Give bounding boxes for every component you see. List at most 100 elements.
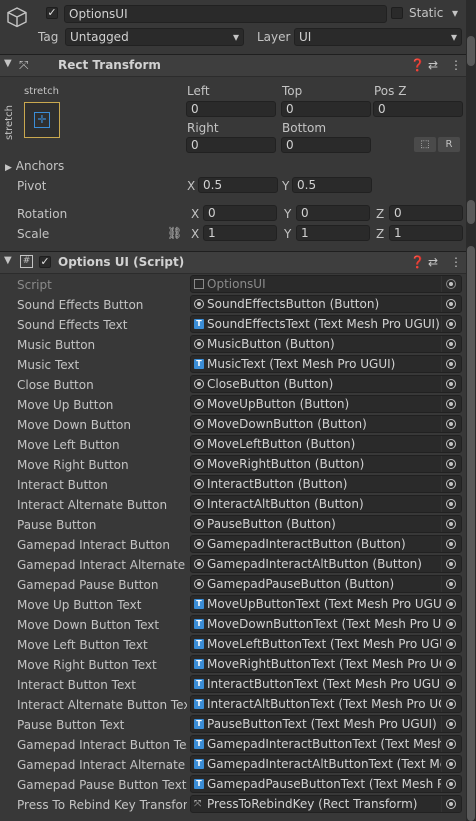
object-picker-icon[interactable] [441,636,461,652]
rect-transform-header[interactable]: ▼ ⤧ Rect Transform ❓ ⇄ ⋮ [0,54,466,77]
link-icon[interactable]: ⛓ [167,226,182,240]
object-reference-field[interactable]: GamepadInteractButton (Button) [190,535,462,553]
static-dropdown-arrow[interactable]: ▾ [452,6,458,20]
object-picker-icon[interactable] [441,356,461,372]
script-component-header[interactable]: ▼ # ✓ Options UI (Script) ❓ ⇄ ⋮ [0,251,466,274]
object-reference-field[interactable]: CloseButton (Button) [190,375,462,393]
object-reference-field[interactable]: GamepadPauseButton (Button) [190,575,462,593]
rotation-z-input[interactable]: 0 [389,205,463,221]
object-reference-field[interactable]: T InteractButtonText (Text Mesh Pro UGUI) [190,675,462,693]
scale-z-input[interactable]: 1 [389,225,463,241]
object-picker-icon[interactable] [441,716,461,732]
object-reference-field[interactable]: MoveLeftButton (Button) [190,435,462,453]
object-reference-field[interactable]: InteractAltButton (Button) [190,495,462,513]
object-reference-field[interactable]: T GamepadInteractAltButtonText (Text Mes [190,755,462,773]
object-reference-field[interactable]: T MoveDownButtonText (Text Mesh Pro UG [190,615,462,633]
script-enabled-checkbox[interactable]: ✓ [39,256,51,268]
pivot-x-input[interactable]: 0.5 [198,177,278,193]
more-icon[interactable]: ⋮ [450,255,462,269]
rotation-x-input[interactable]: 0 [203,205,277,221]
object-picker-icon[interactable] [441,616,461,632]
more-icon[interactable]: ⋮ [450,58,462,72]
object-reference-field[interactable]: SoundEffectsButton (Button) [190,295,462,313]
scrollbar[interactable] [466,0,476,821]
field-row: Move Up Button MoveUpButton (Button) [0,395,466,415]
active-checkbox[interactable]: ✓ [46,7,58,19]
object-picker-icon[interactable] [441,456,461,472]
object-reference-field[interactable]: T PauseButtonText (Text Mesh Pro UGUI) [190,715,462,733]
field-label: Press To Rebind Key Transfor [17,798,187,812]
object-reference-field[interactable]: ⤧ PressToRebindKey (Rect Transform) [190,795,462,813]
object-reference-field[interactable]: T SoundEffectsText (Text Mesh Pro UGUI) [190,315,462,333]
blueprint-mode-button[interactable]: ⬚ [414,137,436,152]
left-input[interactable]: 0 [186,101,276,117]
object-name-input[interactable]: OptionsUI [64,5,387,23]
object-picker-icon[interactable] [441,376,461,392]
right-input[interactable]: 0 [186,137,276,153]
object-picker-icon[interactable] [441,476,461,492]
object-reference-field[interactable]: MoveRightButton (Button) [190,455,462,473]
top-input[interactable]: 0 [281,101,371,117]
object-reference-field[interactable]: T InteractAltButtonText (Text Mesh Pro UG [190,695,462,713]
z-label: Z [376,207,385,221]
object-picker-icon[interactable] [441,796,461,812]
object-picker-icon[interactable] [441,516,461,532]
object-reference-field[interactable]: T GamepadInteractButtonText (Text Mesh P [190,735,462,753]
object-reference-field[interactable]: T MoveLeftButtonText (Text Mesh Pro UGU [190,635,462,653]
object-picker-icon[interactable] [441,536,461,552]
text-icon: T [194,599,204,609]
posz-input[interactable]: 0 [373,101,463,117]
preset-icon[interactable]: ⇄ [428,255,438,269]
object-picker-icon[interactable] [441,396,461,412]
object-picker-icon[interactable] [441,676,461,692]
help-icon[interactable]: ❓ [410,58,425,72]
object-reference-field[interactable]: PauseButton (Button) [190,515,462,533]
object-picker-icon[interactable] [441,576,461,592]
object-picker-icon[interactable] [441,776,461,792]
object-reference-field[interactable]: T GamepadPauseButtonText (Text Mesh Pro [190,775,462,793]
object-picker-icon[interactable] [441,336,461,352]
object-picker-icon[interactable] [441,736,461,752]
scale-y-input[interactable]: 1 [296,225,370,241]
rotation-y-input[interactable]: 0 [296,205,370,221]
object-reference-field[interactable]: MoveDownButton (Button) [190,415,462,433]
preset-icon[interactable]: ⇄ [428,58,438,72]
anchor-preset-button[interactable]: ✛ [24,102,60,138]
object-reference-field[interactable]: GamepadInteractAltButton (Button) [190,555,462,573]
scale-x-input[interactable]: 1 [203,225,277,241]
object-reference-field[interactable]: MoveUpButton (Button) [190,395,462,413]
button-icon [194,499,204,509]
tag-dropdown[interactable]: Untagged [65,28,244,46]
object-reference-field[interactable]: T MusicText (Text Mesh Pro UGUI) [190,355,462,373]
scrollbar-thumb[interactable] [467,200,475,224]
button-icon [194,379,204,389]
foldout-arrow-icon[interactable]: ▼ [4,255,12,266]
bottom-input[interactable]: 0 [281,137,371,153]
object-reference-field[interactable]: MusicButton (Button) [190,335,462,353]
field-label: Gamepad Interact Alternate B [17,758,187,772]
object-picker-icon[interactable] [441,596,461,612]
object-reference-field[interactable]: InteractButton (Button) [190,475,462,493]
layer-dropdown[interactable]: UI [294,28,462,46]
help-icon[interactable]: ❓ [410,255,425,269]
scrollbar-thumb[interactable] [467,246,475,821]
object-reference-field[interactable]: T MoveRightButtonText (Text Mesh Pro UG [190,655,462,673]
bottom-label: Bottom [282,121,327,135]
object-picker-icon[interactable] [441,316,461,332]
object-picker-icon[interactable] [441,296,461,312]
object-picker-icon[interactable] [441,656,461,672]
object-reference-field[interactable]: T MoveUpButtonText (Text Mesh Pro UGUI) [190,595,462,613]
object-picker-icon[interactable] [441,696,461,712]
object-picker-icon[interactable] [441,496,461,512]
anchors-foldout[interactable]: ▶ Anchors [5,159,64,173]
static-checkbox[interactable] [391,7,403,19]
scrollbar-thumb[interactable] [467,36,475,66]
field-value: GamepadPauseButtonText (Text Mesh Pro [207,777,441,791]
object-picker-icon[interactable] [441,756,461,772]
raw-edit-button[interactable]: R [438,137,460,152]
foldout-arrow-icon[interactable]: ▼ [4,58,12,69]
pivot-y-input[interactable]: 0.5 [292,177,372,193]
object-picker-icon[interactable] [441,436,461,452]
object-picker-icon[interactable] [441,416,461,432]
object-picker-icon[interactable] [441,556,461,572]
